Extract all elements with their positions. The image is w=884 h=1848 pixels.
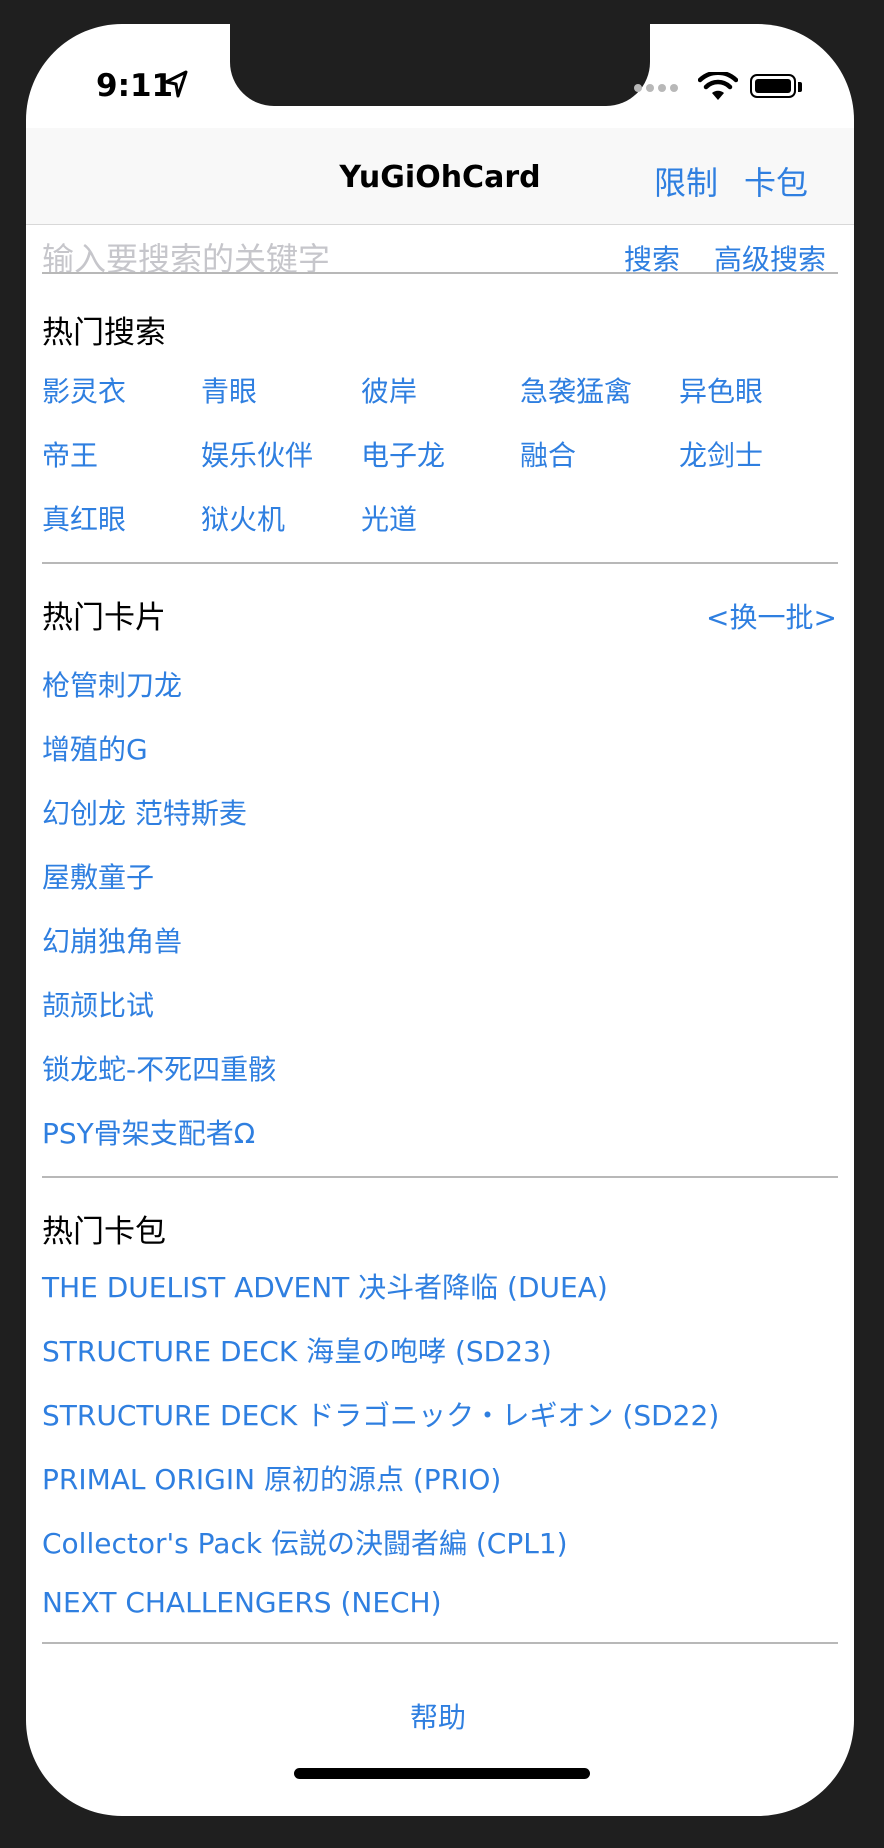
hot-pack-item[interactable]: STRUCTURE DECK 海皇の咆哮 (SD23) [42,1330,552,1370]
hot-card-item[interactable]: 幻创龙 范特斯麦 [42,792,247,832]
hot-search-item[interactable]: 帝王 [42,434,98,474]
hot-search-item[interactable]: 影灵衣 [42,370,126,410]
hot-card-item[interactable]: 增殖的G [42,728,148,768]
cellular-signal-dot [658,84,666,92]
hot-card-item[interactable]: 屋敷童子 [42,856,154,896]
hot-packs-title: 热门卡包 [42,1214,166,1250]
wifi-icon [698,72,738,100]
phone-screen: 9:11 YuGiOhCard 限制 卡包 搜索 高级搜索 热门搜索 影灵衣 青… [26,24,854,1816]
divider [42,562,838,564]
hot-pack-item[interactable]: NEXT CHALLENGERS (NECH) [42,1586,442,1619]
nav-title: YuGiOhCard [339,160,541,195]
hot-search-item[interactable]: 青眼 [201,370,257,410]
hot-card-item[interactable]: 颉颃比试 [42,984,154,1024]
cellular-signal-icon [634,84,642,92]
hot-card-item[interactable]: 锁龙蛇-不死四重骸 [42,1048,276,1088]
divider [42,1642,838,1644]
nav-button-pack[interactable]: 卡包 [744,158,808,204]
divider [42,272,838,274]
hot-search-item[interactable]: 光道 [361,498,417,538]
battery-icon [750,74,796,98]
hot-card-item[interactable]: 幻崩独角兽 [42,920,182,960]
cellular-signal-dot [670,84,678,92]
status-indicators [634,72,814,102]
hot-pack-item[interactable]: PRIMAL ORIGIN 原初的源点 (PRIO) [42,1458,501,1498]
cellular-signal-dot [646,84,654,92]
hot-search-item[interactable]: 狱火机 [201,498,285,538]
hot-cards-title: 热门卡片 [42,600,166,636]
refresh-cards-button[interactable]: <换一批> [706,596,837,636]
hot-search-item[interactable]: 异色眼 [679,370,763,410]
hot-pack-item[interactable]: THE DUELIST ADVENT 决斗者降临 (DUEA) [42,1266,608,1306]
hot-search-item[interactable]: 真红眼 [42,498,126,538]
status-time: 9:11 [96,68,174,104]
hot-search-item[interactable]: 融合 [520,434,576,474]
notch [230,24,650,106]
hot-search-title: 热门搜索 [42,315,166,351]
hot-card-item[interactable]: 枪管刺刀龙 [42,664,182,704]
hot-search-item[interactable]: 急袭猛禽 [520,370,632,410]
hot-card-item[interactable]: PSY骨架支配者Ω [42,1112,255,1152]
navigation-bar: YuGiOhCard 限制 卡包 [26,128,854,225]
hot-search-item[interactable]: 彼岸 [361,370,417,410]
hot-search-item[interactable]: 电子龙 [361,434,445,474]
home-indicator[interactable] [294,1768,590,1779]
divider [42,1176,838,1178]
search-input[interactable] [42,234,602,284]
nav-button-limit[interactable]: 限制 [654,158,718,204]
location-arrow-icon [164,70,188,98]
help-button[interactable]: 帮助 [410,1696,466,1736]
hot-search-item[interactable]: 龙剑士 [679,434,763,474]
hot-pack-item[interactable]: Collector's Pack 伝説の決闘者編 (CPL1) [42,1522,568,1562]
hot-search-item[interactable]: 娱乐伙伴 [201,434,313,474]
hot-pack-item[interactable]: STRUCTURE DECK ドラゴニック・レギオン (SD22) [42,1394,719,1434]
battery-tip [798,82,802,92]
